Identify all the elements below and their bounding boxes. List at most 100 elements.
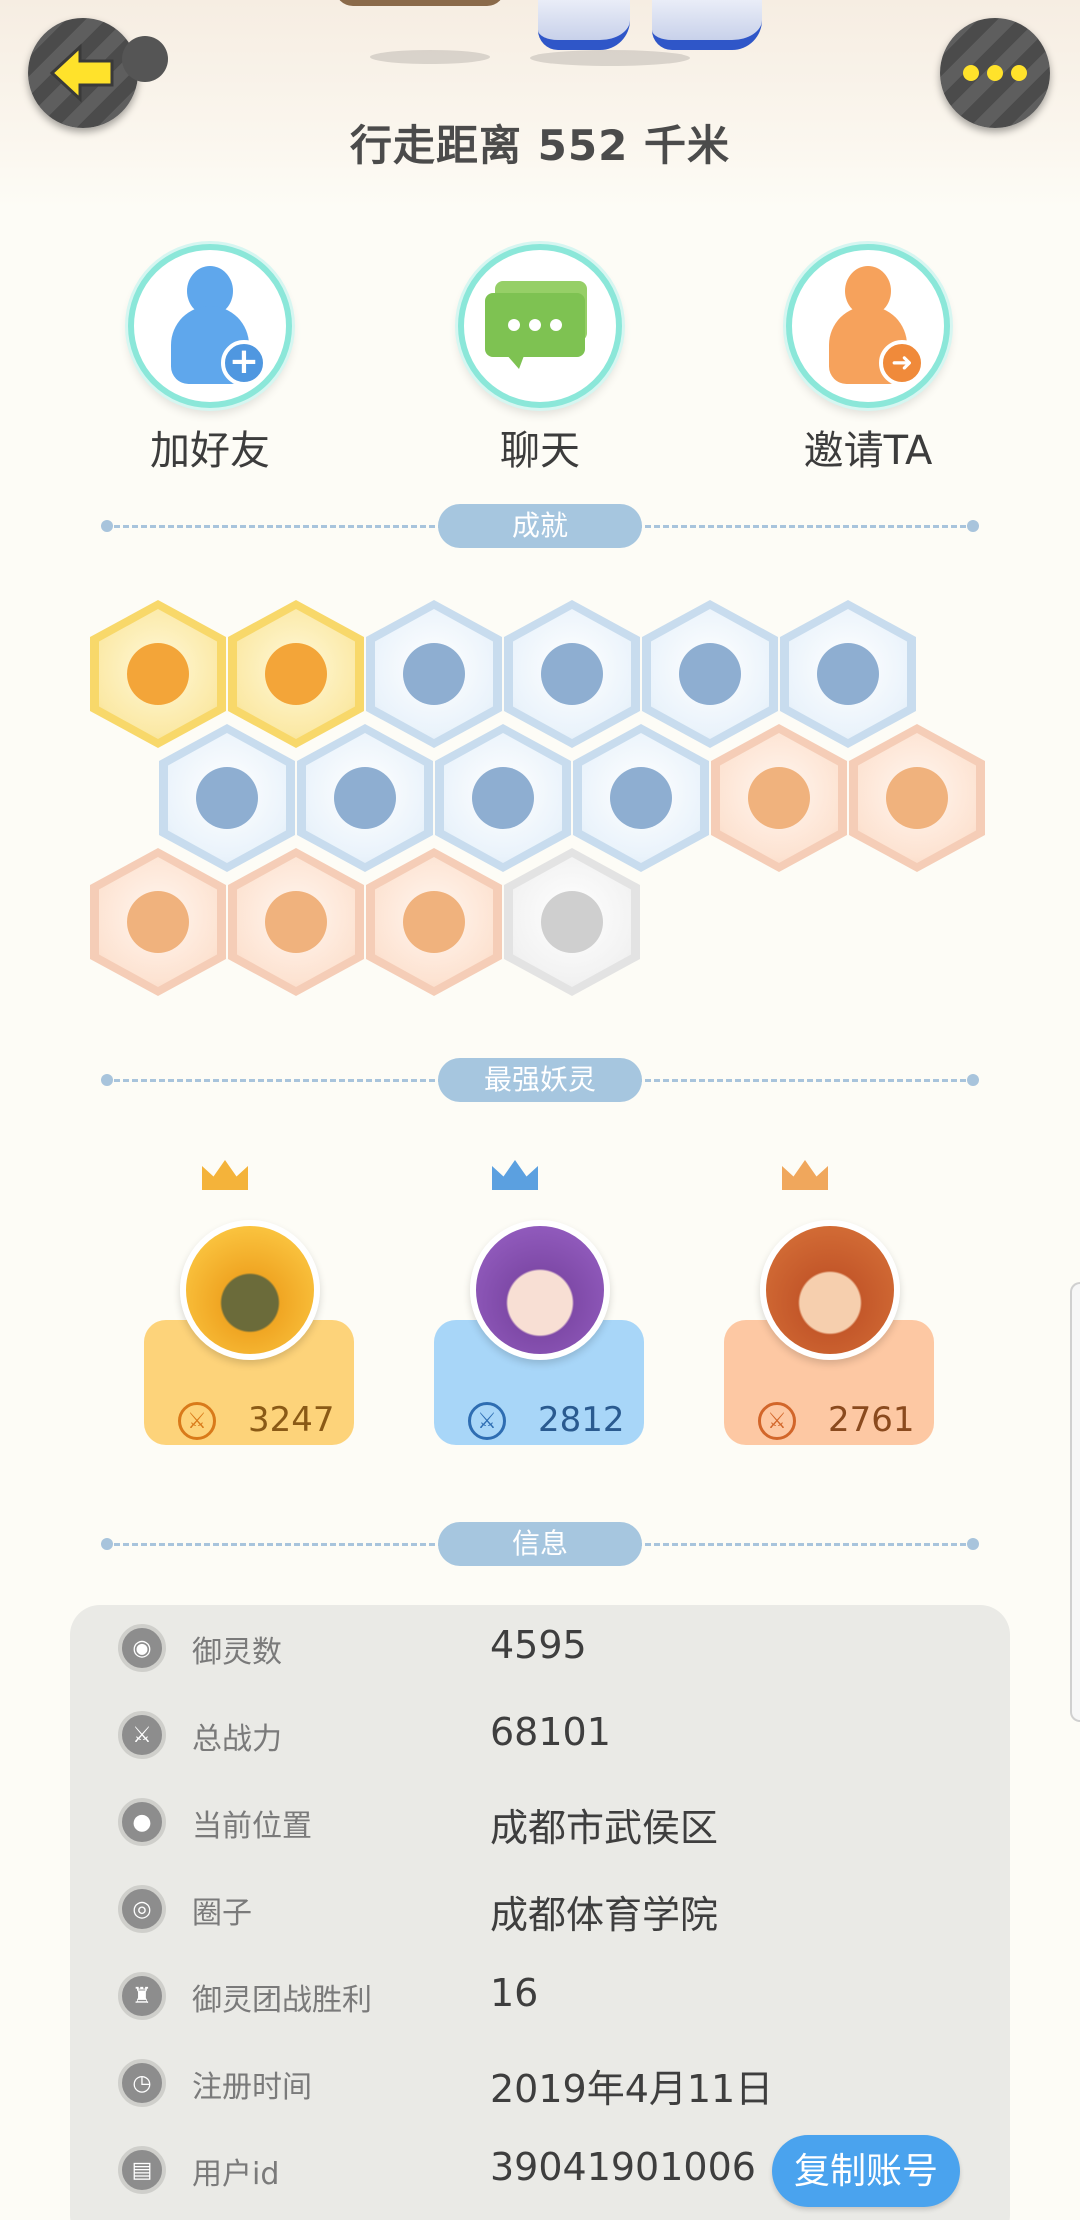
info-value: 16 [490, 1971, 539, 2015]
info-row-user-id: ▤ 用户id 39041901006 复制账号 [70, 2127, 1010, 2214]
info-key: 用户id [192, 2157, 280, 2192]
circle-icon: ◎ [118, 1885, 166, 1933]
add-friend-label: 加好友 [150, 428, 270, 474]
info-panel: ◉ 御灵数 4595 ⚔ 总战力 68101 ● 当前位置 成都市武侯区 ◎ 圈… [70, 1605, 1010, 2220]
pet-card[interactable]: ⚔ 2761 [724, 1160, 934, 1445]
more-dots-icon [963, 65, 1027, 81]
info-key: 总战力 [192, 1722, 282, 1757]
info-key: 御灵数 [192, 1635, 282, 1670]
crown-icon [202, 1160, 248, 1190]
clock-icon: ◷ [118, 2059, 166, 2107]
info-key: 当前位置 [192, 1809, 312, 1844]
achievements-header: 成就 [101, 504, 979, 548]
crystal-icon [196, 767, 258, 829]
info-key: 圈子 [192, 1896, 252, 1931]
sword-icon: ⚔ [468, 1402, 506, 1440]
info-row-team-wins: ♜ 御灵团战胜利 16 [70, 1953, 1010, 2040]
achievement-badge[interactable] [228, 600, 364, 748]
book-fox-icon [541, 891, 603, 953]
sneaker-icon [403, 643, 465, 705]
back-arrow-icon [49, 43, 114, 103]
achievement-badge[interactable] [90, 600, 226, 748]
taiji-icon [472, 767, 534, 829]
info-title: 信息 [438, 1522, 642, 1566]
add-friend-button[interactable]: + 加好友 [110, 244, 310, 476]
pet-avatar [470, 1220, 610, 1360]
chat-icon [458, 244, 622, 408]
achievement-badge[interactable] [297, 724, 433, 872]
cat-spirit-icon [334, 767, 396, 829]
info-value: 4595 [490, 1623, 587, 1667]
achievement-badge[interactable] [228, 848, 364, 996]
walk-distance: 行走距离 552 千米 [350, 121, 730, 170]
character-shoe [652, 0, 762, 50]
achievement-badge[interactable] [849, 724, 985, 872]
achievement-badge[interactable] [435, 724, 571, 872]
achievement-badge[interactable] [159, 724, 295, 872]
sword-icon: ⚔ [178, 1402, 216, 1440]
invite-button[interactable]: ➜ 邀请TA [768, 244, 968, 476]
character-scene [0, 0, 1080, 210]
scene-shadow [530, 50, 690, 66]
scene-crate [335, 0, 505, 6]
info-row-location: ● 当前位置 成都市武侯区 [70, 1779, 1010, 1866]
info-value: 2019年4月11日 [490, 2067, 774, 2111]
side-panel-handle[interactable] [1070, 1282, 1080, 1722]
location-icon: ● [118, 1798, 166, 1846]
strongest-title: 最强妖灵 [438, 1058, 642, 1102]
gingerbread-icon [748, 767, 810, 829]
info-value: 成都市武侯区 [490, 1806, 719, 1850]
achievement-badge[interactable] [780, 600, 916, 748]
info-value: 成都体育学院 [490, 1893, 719, 1937]
achievement-badge[interactable] [573, 724, 709, 872]
fox-face-icon [127, 643, 189, 705]
info-row-total-power: ⚔ 总战力 68101 [70, 1692, 1010, 1779]
crystal-ball-icon [817, 643, 879, 705]
achievement-badge[interactable] [90, 848, 226, 996]
moon-icon [679, 643, 741, 705]
info-row-register-date: ◷ 注册时间 2019年4月11日 [70, 2040, 1010, 2127]
strongest-header: 最强妖灵 [101, 1058, 979, 1102]
pet-power: 2761 [828, 1400, 915, 1440]
info-row-pet-count: ◉ 御灵数 4595 [70, 1605, 1010, 1692]
scene-shadow [370, 50, 490, 64]
achievement-badge[interactable] [504, 600, 640, 748]
yin-yang-ball-icon [265, 643, 327, 705]
invite-label: 邀请TA [803, 428, 933, 474]
sword-icon: ⚔ [118, 1711, 166, 1759]
achievement-badge[interactable] [366, 848, 502, 996]
copy-account-button[interactable]: 复制账号 [772, 2135, 960, 2207]
chat-label: 聊天 [500, 428, 580, 474]
trophy-icon: ♜ [118, 1972, 166, 2020]
cart-icon [886, 767, 948, 829]
pet-icon: ◉ [118, 1624, 166, 1672]
pet-power: 3247 [248, 1400, 335, 1440]
character-shoe [538, 0, 630, 50]
chat-button[interactable]: 聊天 [440, 244, 640, 476]
achievement-badge[interactable] [366, 600, 502, 748]
dragon-icon [610, 767, 672, 829]
achievement-badge[interactable] [711, 724, 847, 872]
sword-icon: ⚔ [758, 1402, 796, 1440]
pet-power: 2812 [538, 1400, 625, 1440]
info-value: 68101 [490, 1710, 611, 1754]
crown-icon [782, 1160, 828, 1190]
info-value: 39041901006 [490, 2145, 756, 2189]
achievement-badge-locked[interactable] [504, 848, 640, 996]
ox-statue-icon [265, 891, 327, 953]
add-friend-icon: + [128, 244, 292, 408]
shield-icon [127, 891, 189, 953]
id-icon: ▤ [118, 2146, 166, 2194]
info-key: 御灵团战胜利 [192, 1983, 372, 2018]
info-header: 信息 [101, 1522, 979, 1566]
achievements-title: 成就 [438, 504, 642, 548]
radar-icon [541, 643, 603, 705]
pet-card[interactable]: ⚔ 3247 [144, 1160, 354, 1445]
achievement-badge[interactable] [642, 600, 778, 748]
invite-icon: ➜ [786, 244, 950, 408]
pet-avatar [180, 1220, 320, 1360]
pet-card[interactable]: ⚔ 2812 [434, 1160, 644, 1445]
pet-avatar [760, 1220, 900, 1360]
info-row-circle: ◎ 圈子 成都体育学院 [70, 1866, 1010, 1953]
crown-icon [492, 1160, 538, 1190]
